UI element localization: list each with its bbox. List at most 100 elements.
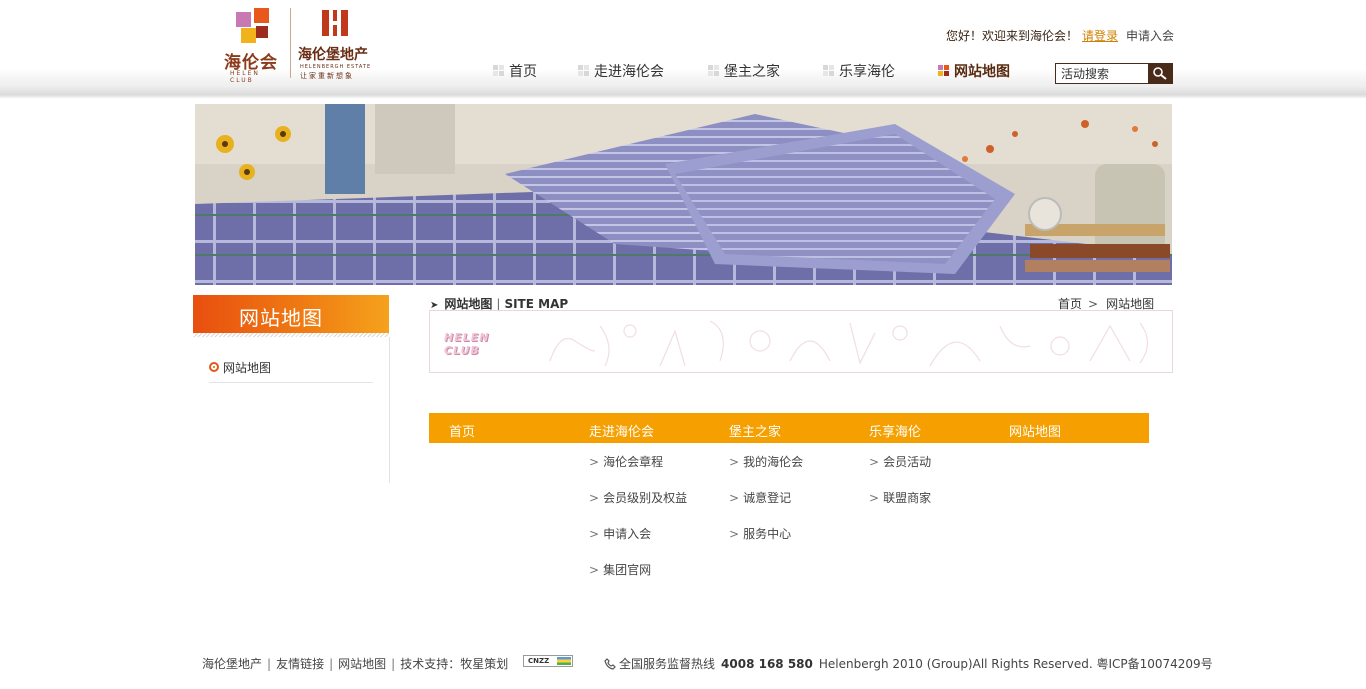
nav-label: 堡主之家 xyxy=(724,64,780,80)
logo-divider xyxy=(290,8,291,78)
sidebar-title: 网站地图 xyxy=(193,295,389,333)
header-divider xyxy=(0,94,1366,98)
nav-label: 首页 xyxy=(509,64,537,80)
copyright-text: Helenbergh 2010 (Group)All Rights Reserv… xyxy=(818,657,1213,671)
sidebar-border xyxy=(389,337,390,483)
nav-item-owners[interactable]: 堡主之家 xyxy=(708,61,780,81)
search-box xyxy=(1055,63,1173,84)
helen-club-watermark: HELEN CLUB xyxy=(444,331,489,357)
footer-link-sitemap[interactable]: 网站地图 xyxy=(338,657,386,671)
sitemap-link[interactable]: > 会员活动 xyxy=(869,453,931,470)
cnzz-stats-badge[interactable]: CNZZ xyxy=(523,655,573,667)
sitemap-link[interactable]: > 联盟商家 xyxy=(869,489,931,506)
nav-squares-icon xyxy=(823,65,835,77)
breadcrumb-separator: > xyxy=(1088,297,1099,311)
watermark-line-2: CLUB xyxy=(444,344,480,357)
chevron-right-icon: > xyxy=(729,455,740,469)
chevron-right-icon: > xyxy=(729,527,740,541)
helenbergh-estate-logo[interactable]: 海伦堡地产 HELENBERGH ESTATE 让家重新想象 xyxy=(298,8,378,80)
logo-square-orange xyxy=(254,8,269,23)
sitemap-link-label: 服务中心 xyxy=(743,527,792,541)
decorative-strip: HELEN CLUB xyxy=(429,310,1173,373)
nav-label: 网站地图 xyxy=(954,64,1010,80)
footer-link-support[interactable]: 技术支持：牧星策划 xyxy=(400,657,508,671)
phone-icon xyxy=(604,658,616,670)
nav-squares-icon xyxy=(938,65,950,77)
nav-item-sitemap[interactable]: 网站地图 xyxy=(938,61,1010,81)
sitemap-link[interactable]: > 申请入会 xyxy=(589,525,651,542)
sitemap-col-owners[interactable]: 堡主之家 xyxy=(729,421,781,440)
sitemap-link-label: 我的海伦会 xyxy=(743,455,804,469)
logo-estate-text: 海伦堡地产 xyxy=(298,47,368,63)
sitemap-link-label: 会员级别及权益 xyxy=(603,491,688,505)
sitemap-link-label: 海伦会章程 xyxy=(603,455,664,469)
chevron-right-icon: > xyxy=(869,455,880,469)
sitemap-link-label: 申请入会 xyxy=(603,527,652,541)
heading-title: 网站地图 xyxy=(444,297,493,311)
chevron-right-icon: > xyxy=(869,491,880,505)
sitemap-link-label: 会员活动 xyxy=(883,455,932,469)
search-icon xyxy=(1153,67,1167,80)
nav-squares-icon xyxy=(493,65,505,77)
hotline-number: 4008 168 580 xyxy=(721,657,813,671)
chevron-right-icon: > xyxy=(589,527,600,541)
chevron-right-icon: > xyxy=(589,491,600,505)
sitemap-link[interactable]: > 海伦会章程 xyxy=(589,453,663,470)
footer-pipe: | xyxy=(329,657,334,671)
nav-squares-icon xyxy=(578,65,590,77)
heading-separator: | xyxy=(496,297,501,311)
search-button[interactable] xyxy=(1148,64,1172,83)
helen-club-logo[interactable]: 海伦会 HELEN CLUB xyxy=(222,8,286,84)
nav-item-enjoy[interactable]: 乐享海伦 xyxy=(823,61,895,81)
sitemap-col-home[interactable]: 首页 xyxy=(449,421,475,440)
watermark-line-1: HELEN xyxy=(444,331,490,344)
apply-link[interactable]: 申请入会 xyxy=(1126,29,1174,43)
nav-squares-icon xyxy=(708,65,720,77)
hero-banner xyxy=(195,104,1172,285)
sitemap-link-label: 诚意登记 xyxy=(743,491,792,505)
logo-square-yellow xyxy=(241,28,256,43)
estate-h-icon xyxy=(322,10,348,36)
footer-link-friends[interactable]: 友情链接 xyxy=(276,657,324,671)
sitemap-col-enjoy[interactable]: 乐享海伦 xyxy=(869,421,921,440)
sitemap-link[interactable]: > 会员级别及权益 xyxy=(589,489,687,506)
sidebar-item-label: 网站地图 xyxy=(223,361,272,375)
chevron-right-icon: > xyxy=(729,491,740,505)
sidebar-stripe xyxy=(193,333,389,337)
sitemap-col-about[interactable]: 走进海伦会 xyxy=(589,421,654,440)
bedroom-banner-image xyxy=(195,104,1172,285)
sitemap-link-label: 集团官网 xyxy=(603,563,652,577)
hotline-label: 全国服务监督热线 xyxy=(619,657,716,671)
login-link[interactable]: 请登录 xyxy=(1082,29,1118,43)
chevron-right-icon: > xyxy=(589,563,600,577)
cnzz-bars-icon xyxy=(557,657,571,665)
welcome-bar: 您好！欢迎来到海伦会！ 请登录 申请入会 xyxy=(946,27,1174,44)
logo-helen-sub: HELEN CLUB xyxy=(230,70,260,84)
footer-pipe: | xyxy=(391,657,396,671)
silhouette-pattern xyxy=(549,320,1149,367)
heading-english: SITE MAP xyxy=(504,297,569,311)
sitemap-link-label: 联盟商家 xyxy=(883,491,932,505)
footer-hotline: 全国服务监督热线 4008 168 580 Helenbergh 2010 (Gro… xyxy=(604,655,1213,672)
breadcrumb-current: 网站地图 xyxy=(1106,297,1155,311)
logo-estate-slogan: 让家重新想象 xyxy=(300,72,354,80)
footer-link-estate[interactable]: 海伦堡地产 xyxy=(202,657,262,671)
logo-estate-sub: HELENBERGH ESTATE xyxy=(300,64,372,70)
cnzz-label: CNZZ xyxy=(528,657,550,665)
breadcrumb-home[interactable]: 首页 xyxy=(1058,297,1082,311)
nav-item-home[interactable]: 首页 xyxy=(493,61,537,81)
logo-square-red xyxy=(256,26,268,38)
sitemap-link[interactable]: > 集团官网 xyxy=(589,561,651,578)
sitemap-link[interactable]: > 诚意登记 xyxy=(729,489,791,506)
sidebar-title-text: 网站地图 xyxy=(239,306,323,330)
nav-item-about[interactable]: 走进海伦会 xyxy=(578,61,664,81)
sitemap-link[interactable]: > 服务中心 xyxy=(729,525,791,542)
sitemap-link[interactable]: > 我的海伦会 xyxy=(729,453,803,470)
search-input[interactable] xyxy=(1056,64,1148,83)
nav-label: 乐享海伦 xyxy=(839,64,895,80)
nav-label: 走进海伦会 xyxy=(594,64,664,80)
sitemap-col-sitemap[interactable]: 网站地图 xyxy=(1009,421,1061,440)
footer-links: 海伦堡地产 | 友情链接 | 网站地图 | 技术支持：牧星策划 xyxy=(202,655,508,672)
logo-square-pink xyxy=(236,12,251,27)
sidebar-item-sitemap[interactable]: 网站地图 xyxy=(209,358,373,383)
